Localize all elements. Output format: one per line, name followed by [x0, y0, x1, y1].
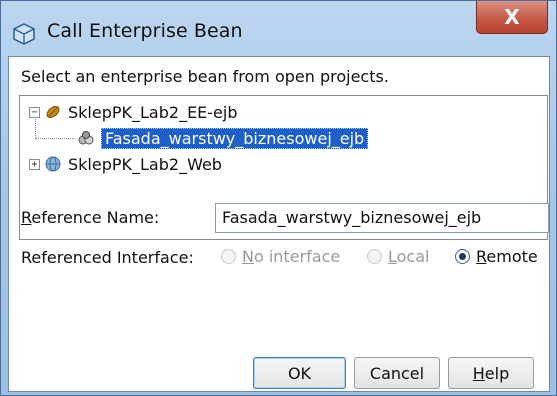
cancel-button[interactable]: Cancel [354, 357, 440, 389]
instruction-text: Select an enterprise bean from open proj… [21, 67, 389, 86]
title-bar[interactable]: Call Enterprise Bean X [1, 1, 556, 56]
dialog-window: Call Enterprise Bean X Select an enterpr… [0, 0, 557, 396]
reference-name-field[interactable]: Fasada_warstwy_biznesowej_ejb [215, 203, 549, 233]
tree-node-session-bean[interactable]: Fasada_warstwy_biznesowej_ejb [78, 126, 369, 150]
close-icon: X [504, 5, 520, 29]
tree-node-label: Fasada_warstwy_biznesowej_ejb [101, 127, 369, 149]
radio-no-interface[interactable]: No interface [221, 247, 340, 266]
reference-name-label: Reference Name: [21, 208, 160, 227]
collapse-icon[interactable]: − [29, 106, 40, 118]
netbeans-cube-icon [13, 23, 35, 45]
radio-local[interactable]: Local [367, 247, 429, 266]
tree-node-label: SklepPK_Lab2_EE-ejb [68, 102, 238, 122]
web-globe-icon [45, 156, 61, 172]
ejb-module-icon [46, 105, 60, 119]
tree-node-web-project[interactable]: + SklepPK_Lab2_Web [29, 152, 222, 176]
tree-node-ejb-project[interactable]: − SklepPK_Lab2_EE-ejb [29, 100, 238, 124]
tree-connector [35, 138, 75, 139]
radio-remote[interactable]: Remote [455, 247, 538, 266]
session-bean-icon [78, 131, 94, 145]
tree-node-label: SklepPK_Lab2_Web [68, 154, 222, 174]
help-button[interactable]: Help [448, 357, 534, 389]
referenced-interface-label: Referenced Interface: [21, 248, 194, 267]
close-button[interactable]: X [476, 1, 548, 34]
expand-icon[interactable]: + [29, 158, 40, 170]
radio-button[interactable] [367, 249, 382, 264]
radio-button-selected[interactable] [455, 249, 470, 264]
dialog-content: Select an enterprise bean from open proj… [8, 56, 550, 392]
ok-button[interactable]: OK [253, 357, 346, 389]
window-title: Call Enterprise Bean [47, 20, 243, 42]
radio-button[interactable] [221, 249, 236, 264]
